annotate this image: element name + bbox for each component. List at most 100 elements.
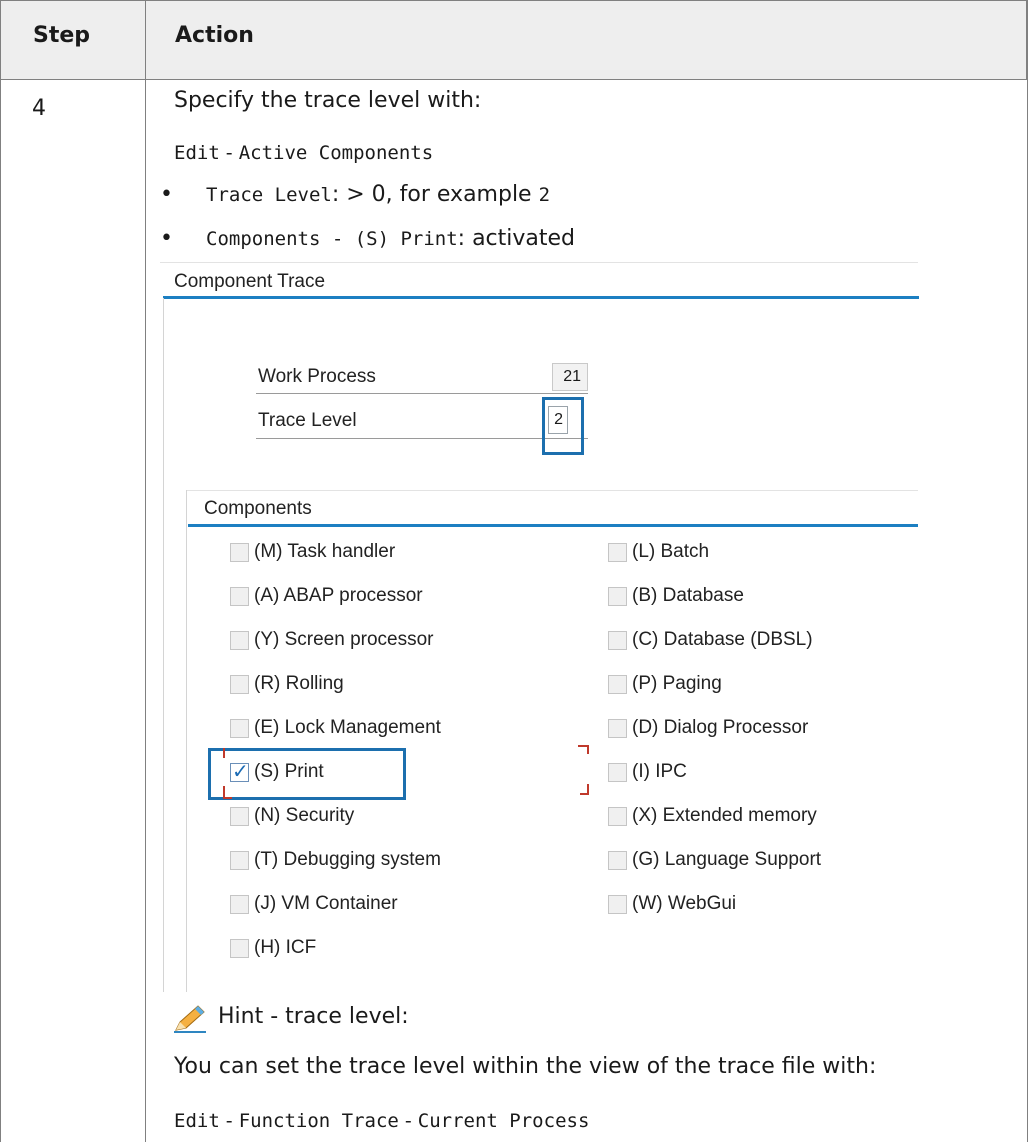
components-underline — [188, 524, 918, 527]
bullet-dot: • — [160, 182, 173, 207]
checkbox-icon[interactable] — [608, 850, 627, 870]
checkbox-icon[interactable] — [608, 586, 627, 606]
hint-path-edit: Edit — [174, 1110, 220, 1132]
components-frame-left — [186, 490, 187, 992]
title-underline — [163, 296, 919, 299]
component-checkbox-item[interactable]: (Y) Screen processor — [230, 626, 434, 654]
red-bracket-right — [578, 745, 589, 795]
checkbox-icon[interactable] — [230, 894, 249, 914]
component-label: (J) VM Container — [254, 893, 398, 914]
checkbox-icon[interactable] — [608, 762, 627, 782]
checkbox-icon[interactable] — [230, 630, 249, 650]
bullet-text: : activated — [457, 226, 576, 251]
column-divider — [145, 0, 146, 1142]
work-process-label: Work Process — [258, 366, 376, 387]
checkbox-icon[interactable] — [230, 850, 249, 870]
checkbox-icon[interactable] — [230, 718, 249, 738]
component-label: (P) Paging — [632, 673, 722, 694]
menu-path-edit: Edit — [174, 142, 220, 164]
bullet-code-value: 2 — [538, 184, 551, 206]
component-checkbox-item[interactable]: (X) Extended memory — [608, 802, 817, 830]
component-trace-title: Component Trace — [174, 271, 326, 292]
component-label: (M) Task handler — [254, 541, 396, 562]
component-label: (G) Language Support — [632, 849, 822, 870]
hint-path-function-trace: Function Trace — [238, 1110, 399, 1132]
red-bracket-left — [223, 748, 232, 799]
procedure-table: Step Action 4 Specify the trace level wi… — [0, 0, 1028, 1142]
checkbox-icon[interactable] — [230, 586, 249, 606]
component-checkbox-item[interactable]: (W) WebGui — [608, 890, 736, 918]
table-border-left — [0, 0, 1, 1142]
field-separator — [256, 438, 588, 439]
hint-text: You can set the trace level within the v… — [174, 1054, 877, 1079]
components-title: Components — [204, 498, 312, 519]
bullet-code: Components - (S) Print — [206, 228, 458, 250]
component-label: (W) WebGui — [632, 893, 737, 914]
component-label: (R) Rolling — [254, 673, 344, 694]
component-checkbox-item[interactable]: (D) Dialog Processor — [608, 714, 808, 742]
component-label: (N) Security — [254, 805, 355, 826]
menu-path-active-components: Active Components — [238, 142, 434, 164]
step-number: 4 — [32, 96, 46, 121]
component-checkbox-item[interactable]: (M) Task handler — [230, 538, 395, 566]
component-label: (L) Batch — [632, 541, 710, 562]
checkbox-icon[interactable] — [230, 542, 249, 562]
header-action: Action — [175, 23, 254, 48]
trace-level-label: Trace Level — [258, 410, 357, 431]
component-label: (C) Database (DBSL) — [632, 629, 813, 650]
checkbox-icon[interactable] — [230, 938, 249, 958]
component-checkbox-item[interactable]: (T) Debugging system — [230, 846, 441, 874]
table-border-right — [1027, 0, 1028, 1142]
component-label: (B) Database — [632, 585, 744, 606]
component-checkbox-item[interactable]: (P) Paging — [608, 670, 722, 698]
checkbox-icon[interactable] — [608, 674, 627, 694]
bullet-text: : > 0, for example — [331, 182, 539, 207]
bullet-components: Components - (S) Print: activated — [206, 226, 575, 251]
component-label: (T) Debugging system — [254, 849, 441, 870]
checkbox-icon[interactable] — [230, 806, 249, 826]
frame-left-border — [163, 298, 164, 992]
component-label: (X) Extended memory — [632, 805, 817, 826]
component-checkbox-item[interactable]: (G) Language Support — [608, 846, 821, 874]
component-checkbox-item[interactable]: (E) Lock Management — [230, 714, 441, 742]
component-checkbox-item[interactable]: (R) Rolling — [230, 670, 344, 698]
component-label: (D) Dialog Processor — [632, 717, 809, 738]
checkbox-icon[interactable] — [608, 718, 627, 738]
work-process-value: 21 — [552, 363, 588, 391]
hint-path-current-process: Current Process — [417, 1110, 590, 1132]
menu-path-sep: - — [219, 142, 239, 164]
pencil-icon — [174, 1005, 206, 1033]
trace-level-highlight — [542, 397, 584, 455]
intro-text: Specify the trace level with: — [174, 88, 482, 113]
checkbox-icon[interactable] — [608, 894, 627, 914]
component-label: (H) ICF — [254, 937, 317, 958]
hint-path-sep: - — [219, 1110, 239, 1132]
component-label: (E) Lock Management — [254, 717, 441, 738]
component-checkbox-item[interactable]: (I) IPC — [608, 758, 687, 786]
bullet-trace-level: Trace Level: > 0, for example 2 — [206, 182, 550, 207]
field-separator — [256, 393, 588, 394]
hint-menu-path: Edit - Function Trace - Current Process — [174, 1110, 589, 1132]
checkbox-icon[interactable] — [608, 630, 627, 650]
checkbox-icon[interactable] — [230, 674, 249, 694]
header-step: Step — [33, 23, 91, 48]
component-checkbox-item[interactable]: (J) VM Container — [230, 890, 398, 918]
checkbox-icon[interactable] — [608, 542, 627, 562]
menu-path: Edit - Active Components — [174, 142, 433, 164]
components-frame-top — [186, 490, 918, 491]
component-checkbox-item[interactable]: (A) ABAP processor — [230, 582, 423, 610]
bullet-code: Trace Level — [206, 184, 332, 206]
sap-component-trace-screenshot: Component Trace Work Process 21 Trace Le… — [160, 262, 920, 992]
component-label: (I) IPC — [632, 761, 687, 782]
component-checkbox-item[interactable]: (N) Security — [230, 802, 354, 830]
component-checkbox-item[interactable]: (B) Database — [608, 582, 744, 610]
print-checkbox-highlight — [208, 748, 406, 800]
hint-path-sep: - — [398, 1110, 418, 1132]
component-label: (Y) Screen processor — [254, 629, 434, 650]
checkbox-icon[interactable] — [608, 806, 627, 826]
component-checkbox-item[interactable]: (C) Database (DBSL) — [608, 626, 813, 654]
component-checkbox-item[interactable]: (H) ICF — [230, 934, 316, 962]
table-header: Step Action — [0, 0, 1027, 80]
component-checkbox-item[interactable]: (L) Batch — [608, 538, 709, 566]
component-label: (A) ABAP processor — [254, 585, 423, 606]
